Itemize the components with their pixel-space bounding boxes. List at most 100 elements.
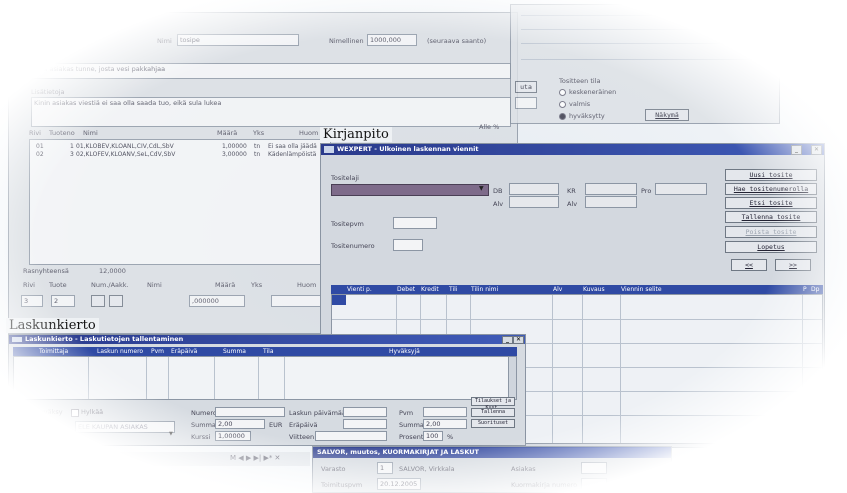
col-rivi: Rivi (29, 129, 41, 137)
col-erapaiva: Eräpäivä (171, 348, 198, 355)
minimize-icon[interactable]: _ (791, 145, 802, 155)
col-tila: Tila (263, 348, 274, 355)
date-field[interactable]: 20.12.2005 (377, 478, 421, 490)
window-title: WEXPERT - Ulkoinen laskennan viennit (337, 145, 479, 153)
table-row[interactable]: 02 (36, 151, 44, 158)
name-field[interactable]: tosipe (177, 34, 299, 46)
table-row[interactable]: 01 (36, 143, 44, 150)
numero-field[interactable] (215, 407, 285, 417)
table-row-huom: Kädenlämpöistä (268, 151, 317, 158)
db-field[interactable] (509, 183, 559, 195)
invoice-header: Toimittaja Laskun numero Pvm Eräpäivä Su… (13, 347, 517, 356)
side-button[interactable]: uta (515, 81, 537, 93)
background-right-panel: uta Tositteen tila keskeneräinen valmis … (510, 4, 780, 124)
pro-field[interactable] (655, 183, 707, 195)
app-icon (12, 337, 22, 342)
prosentti-field[interactable]: 100 (423, 431, 443, 441)
edit-yks-field[interactable] (271, 295, 321, 307)
state-radio-2[interactable] (559, 101, 566, 108)
record-nav-icons[interactable]: M ◀ ▶ ▶| ▶* ✕ (230, 454, 280, 462)
col-tili: Tili (449, 286, 458, 293)
doc-type-select[interactable] (331, 184, 489, 196)
find-by-number-button[interactable]: Hae tositenumerolla (725, 183, 817, 195)
varasto-code-field[interactable]: 1 (377, 462, 393, 474)
kurssi-field[interactable]: 1,00000 (215, 431, 251, 441)
table-row-tuote: 1 (70, 143, 74, 150)
pvm-field[interactable] (423, 407, 467, 417)
table-row-nimi: 02,KLOFEV,KLOANV,SeL,CdV,SbV (76, 151, 176, 158)
table-row-huom: Ei saa olla jäädä (268, 143, 317, 150)
laskunkierto-window: Laskunkierto - Laskutietojen tallentamin… (8, 334, 526, 446)
row-selector[interactable] (332, 295, 346, 305)
summa-label: Summa (191, 421, 216, 429)
kirjanpito-titlebar: WEXPERT - Ulkoinen laskennan viennit _ ✕ (321, 144, 824, 155)
note-field-1[interactable]: eikä asiakas tunne, josta vesi pakkahjaa (31, 63, 511, 79)
search-voucher-button[interactable]: Etsi tosite (725, 197, 817, 209)
reject-checkbox[interactable] (71, 409, 79, 417)
chevron-down-icon[interactable]: ▼ (479, 185, 484, 192)
approve-label: Hyväksy (35, 408, 63, 416)
col-summa: Summa (223, 348, 246, 355)
summa2-field[interactable]: 2,00 (423, 419, 467, 429)
edit-tuote-field[interactable]: 2 (51, 295, 75, 307)
reference-field[interactable] (315, 431, 387, 441)
chevron-down-icon[interactable]: ▼ (169, 431, 173, 437)
edit-col-maara: Määrä (215, 281, 236, 289)
reference-label: Viitteen (289, 433, 315, 441)
table-row-tuote: 3 (70, 151, 74, 158)
grid-col (146, 357, 147, 399)
lookup-button-2[interactable] (109, 295, 123, 307)
orders-button[interactable]: Tilaukset ja Kust. (471, 397, 515, 411)
delete-voucher-button[interactable]: Poista tosite (725, 226, 817, 238)
col-tilin-nimi: Tilin nimi (471, 286, 499, 293)
minimize-icon[interactable]: _ (502, 336, 513, 344)
quit-button[interactable]: Lopetus (725, 241, 817, 253)
scrollbar[interactable] (508, 357, 516, 399)
supplier-field[interactable]: ELE KAUPAN ASIAKAS (75, 421, 175, 433)
invoice-list[interactable] (13, 356, 517, 400)
laskunkierto-caption: Laskunkierto (6, 318, 99, 333)
db-label: DB (493, 187, 503, 195)
save-voucher-button[interactable]: Tallenna tosite (725, 211, 817, 223)
approve-checkbox[interactable] (25, 409, 33, 417)
state-opt-3: hyväksytty (569, 112, 605, 120)
state-radio-1[interactable] (559, 89, 566, 96)
due-date-field[interactable] (343, 419, 387, 429)
table-row-nimi: 01,KLOBEV,KLOANL,CIV,CdL,SbV (76, 143, 174, 150)
waybill-label: Kuormakirja numero (511, 481, 578, 489)
alv-field-2[interactable] (585, 196, 637, 208)
lookup-button[interactable] (91, 295, 105, 307)
close-icon[interactable]: ✕ (811, 145, 822, 155)
close-icon[interactable]: ✕ (513, 336, 524, 344)
waybill-field[interactable] (581, 478, 607, 490)
alv-field[interactable] (509, 196, 559, 208)
new-voucher-button[interactable]: Uusi tosite (725, 169, 817, 181)
show-button[interactable]: Näkymä (645, 109, 689, 121)
col-alv: Alv (553, 286, 563, 293)
customer-field[interactable] (581, 462, 607, 474)
next-button[interactable]: >> (775, 259, 811, 271)
number-field[interactable] (393, 239, 423, 251)
bottom-titlebar: SALVOR, muutos, KUORMAKIRJAT JA LASKUT (313, 447, 671, 458)
edit-rivi-field[interactable]: 3 (21, 295, 43, 307)
save-button[interactable]: Tallenna (471, 408, 515, 417)
side-field[interactable] (515, 97, 537, 109)
state-radio-3[interactable] (559, 113, 566, 120)
date-field[interactable] (393, 217, 437, 229)
invoice-date-field[interactable] (343, 407, 387, 417)
edit-col-yks: Yks (251, 281, 263, 289)
note-field-2[interactable]: Kinin asiakas viestiä ei saa olla saada … (31, 97, 511, 127)
edit-col-nimi: Nimi (147, 281, 162, 289)
grid-col (88, 357, 89, 399)
prev-button[interactable]: << (731, 259, 767, 271)
col-yks: Yks (253, 129, 265, 137)
table-row-maara: 1,00000 (222, 143, 247, 150)
kr-field[interactable] (585, 183, 637, 195)
edit-amount-field[interactable]: ,000000 (189, 295, 245, 307)
app-icon (324, 146, 334, 153)
payments-button[interactable]: Suorituset (471, 419, 515, 428)
table-row-yks: tn (254, 151, 261, 158)
percent-symbol: % (447, 433, 454, 441)
summa-field[interactable]: 2,00 (215, 419, 265, 429)
amount-field[interactable]: 1000,000 (367, 34, 417, 46)
